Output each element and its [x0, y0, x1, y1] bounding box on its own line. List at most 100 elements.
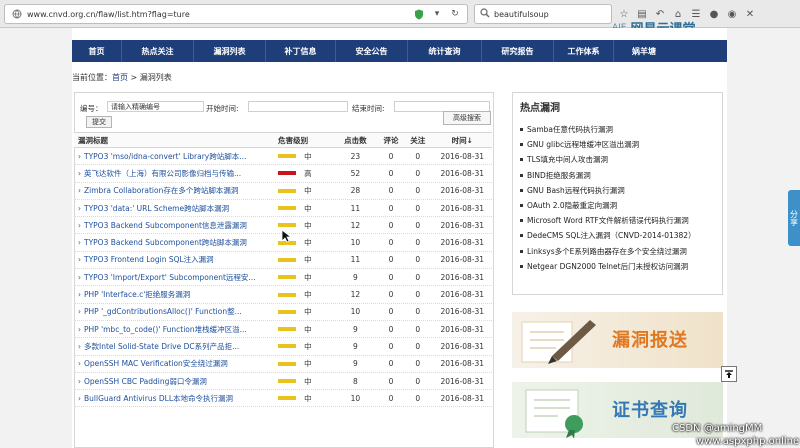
- hot-vuln-link[interactable]: BIND拒绝服务漏洞: [520, 168, 720, 183]
- col-title: 漏洞标题: [78, 135, 108, 145]
- severity-bar: [278, 344, 297, 349]
- breadcrumb-separator: >: [128, 73, 140, 82]
- site-body: 首页 热点关注 漏洞列表 补丁信息 安全公告 统计查询 研究报告 工作体系 娲羊…: [0, 28, 800, 448]
- nav-item-statistics[interactable]: 统计查询: [408, 40, 482, 62]
- vuln-title-link[interactable]: › TYPO3 'Import/Export' Subcomponent远程安..…: [74, 272, 274, 283]
- sidebar: 热点漏洞 Samba任意代码执行漏洞 GNU glibc远程堆缓冲区溢出漏洞 T…: [512, 92, 723, 448]
- hot-vuln-link[interactable]: Netgear DGN2000 Telnet后门未授权访问漏洞: [520, 259, 720, 274]
- back-to-top-button[interactable]: [721, 366, 737, 382]
- url-text: www.cnvd.org.cn/flaw/list.htm?flag=ture: [27, 9, 190, 19]
- vuln-title-link[interactable]: › PHP 'Interface.c'拒绝服务漏洞: [74, 289, 274, 300]
- vuln-title-link[interactable]: › Zimbra Collaboration存在多个跨站脚本漏洞: [74, 185, 274, 196]
- comments-cell: 0: [388, 341, 394, 351]
- addon-icon[interactable]: ◉: [726, 9, 738, 20]
- vuln-title-link[interactable]: › TYPO3 'data:' URL Scheme跨站脚本漏洞: [74, 203, 274, 214]
- col-time-sort[interactable]: 时间↓: [433, 135, 492, 146]
- table-row: › PHP 'mbc_to_code()' Function堆栈缓冲区溢... 中 9…: [74, 321, 492, 339]
- follows-cell: 0: [415, 290, 421, 300]
- nav-item-home[interactable]: 首页: [72, 40, 122, 62]
- breadcrumb-home-link[interactable]: 首页: [112, 73, 128, 82]
- submit-button[interactable]: 提交: [86, 116, 112, 128]
- nav-item-extra[interactable]: 娲羊塘: [614, 40, 674, 62]
- date-cell: 2016-08-31: [440, 168, 485, 178]
- severity-cell: 中: [274, 289, 331, 300]
- severity-cell: 中: [274, 393, 331, 404]
- table-header: 漏洞标题 危害级别 点击数 评论 关注 时间↓: [74, 132, 492, 148]
- severity-bar: [278, 257, 297, 262]
- table-row: › OpenSSH CBC Padding弱口令漏洞中 8 0 0 2016-08-31: [74, 373, 492, 391]
- clicks-cell: 9: [352, 324, 358, 334]
- nav-item-work-system[interactable]: 工作体系: [554, 40, 614, 62]
- date-cell: 2016-08-31: [440, 151, 485, 161]
- severity-bar: [278, 275, 297, 280]
- follows-cell: 0: [415, 255, 421, 265]
- hot-vuln-link[interactable]: DedeCMS SQL注入漏洞（CNVD-2014-01382）: [520, 228, 720, 243]
- date-cell: 2016-08-31: [440, 307, 485, 317]
- follows-cell: 0: [415, 341, 421, 351]
- follows-cell: 0: [415, 203, 421, 213]
- extension-icon[interactable]: ●: [708, 9, 720, 20]
- nav-item-vuln-list[interactable]: 漏洞列表: [194, 40, 266, 62]
- close-icon[interactable]: ✕: [744, 9, 756, 20]
- advanced-search-button[interactable]: 高级搜索: [443, 111, 491, 125]
- vuln-title-link[interactable]: › TYPO3 Backend Subcomponent信息泄露漏洞: [74, 220, 274, 231]
- hot-vulns-title: 热点漏洞: [520, 103, 560, 114]
- vuln-title-link[interactable]: › OpenSSH CBC Padding弱口令漏洞: [74, 376, 274, 387]
- comments-cell: 0: [388, 324, 394, 334]
- nav-item-hot[interactable]: 热点关注: [122, 40, 194, 62]
- table-row: › PHP '_gdContributionsAlloc()' Function整…: [74, 304, 492, 321]
- severity-bar: [278, 223, 297, 228]
- hot-vuln-link[interactable]: TLS填充中间人攻击漏洞: [520, 152, 720, 167]
- table-row: › Zimbra Collaboration存在多个跨站脚本漏洞中 28 0 0 2016…: [74, 183, 492, 200]
- severity-bar: [278, 206, 297, 211]
- hot-vuln-link[interactable]: Microsoft Word RTF文件解析错误代码执行漏洞: [520, 213, 720, 228]
- nav-item-reports[interactable]: 研究报告: [482, 40, 554, 62]
- col-follows[interactable]: 关注: [403, 135, 433, 146]
- nav-item-advisories[interactable]: 安全公告: [336, 40, 408, 62]
- address-bar[interactable]: www.cnvd.org.cn/flaw/list.htm?flag=ture …: [4, 4, 468, 24]
- follows-cell: 0: [415, 307, 421, 317]
- search-bar[interactable]: beautifulsoup: [474, 4, 612, 24]
- hot-vuln-link[interactable]: Samba任意代码执行漏洞: [520, 122, 720, 137]
- vuln-title-link[interactable]: › TYPO3 'mso/idna-convert' Library跨站脚本...: [74, 151, 274, 162]
- hot-vuln-link[interactable]: OAuth 2.0隐蔽重定向漏洞: [520, 198, 720, 213]
- arrow-up-icon: [725, 370, 733, 378]
- date-cell: 2016-08-31: [440, 255, 485, 265]
- hot-vuln-link[interactable]: Linksys多个E系列路由器存在多个安全绕过漏洞: [520, 244, 720, 259]
- follows-cell: 0: [415, 359, 421, 369]
- report-banner[interactable]: 漏洞报送: [512, 312, 723, 368]
- clicks-cell: 10: [350, 393, 361, 403]
- follows-cell: 0: [415, 324, 421, 334]
- vuln-title-link[interactable]: › OpenSSH MAC Verification安全绕过漏洞: [74, 358, 274, 369]
- id-input[interactable]: 请输入精确编号: [107, 101, 204, 112]
- table-row: › TYPO3 Frontend Login SQL注入漏洞中 11 0 0 2016-0…: [74, 252, 492, 270]
- comments-cell: 0: [388, 203, 394, 213]
- vuln-title-link[interactable]: › PHP 'mbc_to_code()' Function堆栈缓冲区溢...: [74, 324, 274, 335]
- vuln-title-link[interactable]: › TYPO3 Frontend Login SQL注入漏洞: [74, 254, 274, 265]
- browser-toolbar: www.cnvd.org.cn/flaw/list.htm?flag=ture …: [0, 0, 800, 37]
- date-cell: 2016-08-31: [440, 359, 485, 369]
- clicks-cell: 12: [350, 220, 361, 230]
- globe-icon: [11, 8, 23, 20]
- shield-icon[interactable]: [413, 8, 425, 20]
- hot-vuln-link[interactable]: GNU glibc远程堆缓冲区溢出漏洞: [520, 137, 720, 152]
- severity-bar: [278, 188, 297, 193]
- nav-item-patches[interactable]: 补丁信息: [266, 40, 336, 62]
- col-clicks: 点击数: [344, 135, 367, 145]
- hot-vuln-link[interactable]: GNU Bash远程代码执行漏洞: [520, 183, 720, 198]
- start-time-input[interactable]: [248, 101, 348, 112]
- date-cell: 2016-08-31: [440, 186, 485, 196]
- vuln-title-link[interactable]: › 英飞达软件（上海）有限公司影像归档与传输...: [74, 168, 274, 179]
- vuln-title-link[interactable]: › 多款Intel Solid-State Drive DC系列产品拒...: [74, 341, 274, 352]
- clicks-cell: 8: [352, 376, 358, 386]
- vuln-title-link[interactable]: › TYPO3 Backend Subcomponent跨站脚本漏洞: [74, 237, 274, 248]
- share-side-tab[interactable]: 分享: [788, 190, 800, 246]
- comments-cell: 0: [388, 220, 394, 230]
- dropdown-chevron-icon[interactable]: ▾: [431, 8, 443, 20]
- follows-cell: 0: [415, 151, 421, 161]
- reload-icon[interactable]: ↻: [449, 8, 461, 20]
- date-cell: 2016-08-31: [440, 341, 485, 351]
- date-cell: 2016-08-31: [440, 376, 485, 386]
- vuln-title-link[interactable]: › BullGuard Antivirus DLL本地命令执行漏洞: [74, 393, 274, 404]
- vuln-title-link[interactable]: › PHP '_gdContributionsAlloc()' Function整…: [74, 306, 274, 317]
